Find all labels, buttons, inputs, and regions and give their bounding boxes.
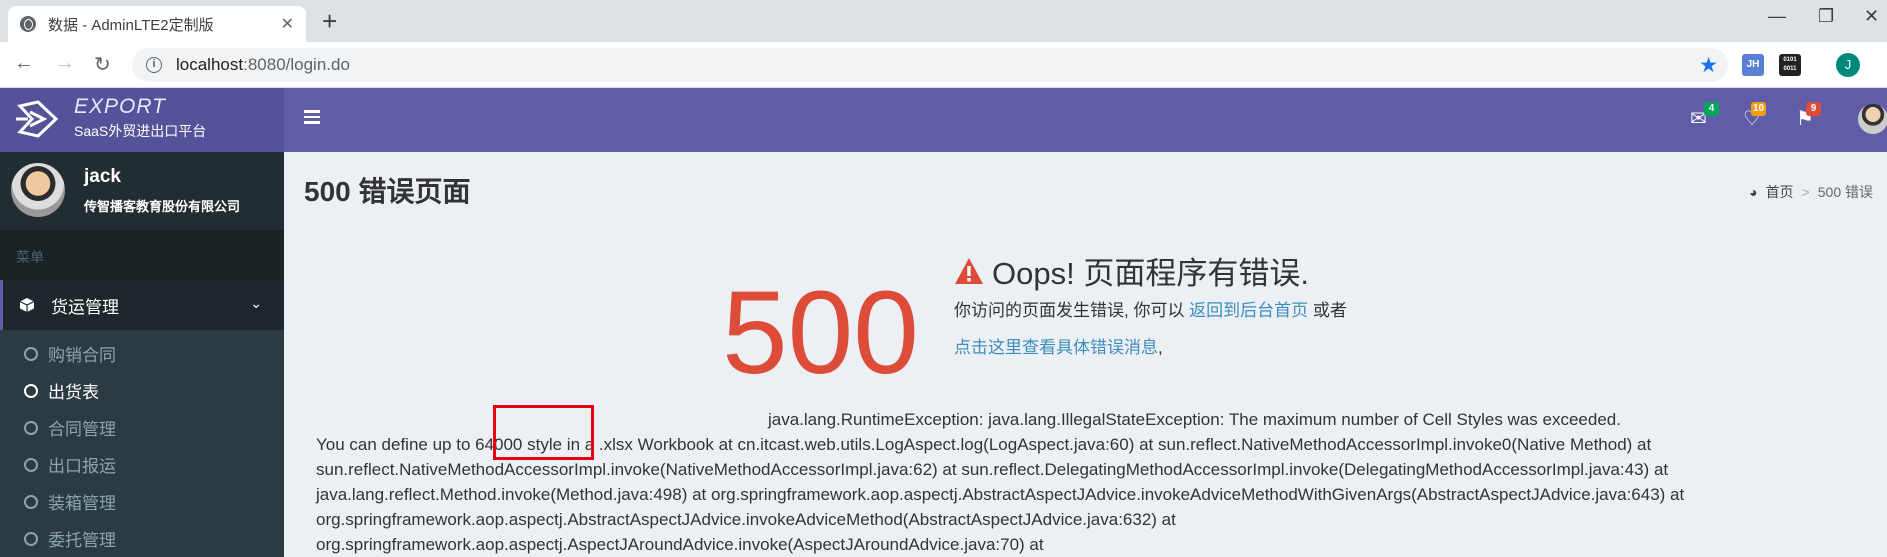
browser-tab-strip: 数据 - AdminLTE2定制版 ✕ + — ❐ ✕ xyxy=(0,0,1887,42)
minimize-icon[interactable]: — xyxy=(1768,6,1786,27)
reload-icon[interactable]: ↻ xyxy=(94,52,111,77)
sidebar-item-shipment-table[interactable]: 出货表 xyxy=(0,372,284,409)
address-bar[interactable]: i localhost :8080/login.do ★ xyxy=(132,48,1728,82)
sidebar-item-consignment-management[interactable]: 委托管理 xyxy=(0,520,284,557)
stack-trace-line: sun.reflect.NativeMethodAccessorImpl.inv… xyxy=(316,460,1669,479)
app-logo[interactable]: EXPORT SaaS外贸进出口平台 xyxy=(0,88,284,152)
sidebar-item-purchase-contract[interactable]: 购销合同 xyxy=(0,335,284,372)
user-name: jack xyxy=(84,166,121,187)
user-company: 传智播客教育股份有限公司 xyxy=(84,199,241,214)
sidebar-group-shipping[interactable]: 货运管理 ⌄ xyxy=(0,280,284,330)
new-tab-button[interactable]: + xyxy=(322,8,337,34)
sidebar-item-label: 购销合同 xyxy=(48,346,116,365)
breadcrumb-home[interactable]: 首页 xyxy=(1766,182,1794,202)
url-host: localhost xyxy=(176,55,244,74)
main-content: 500 错误页面 ◕ 首页 > 500 错误 500 Oops! 页面程序有错误… xyxy=(284,152,1887,557)
menu-header: 菜单 xyxy=(0,230,284,280)
error-message-suffix: 或者 xyxy=(1308,301,1347,320)
circle-icon xyxy=(24,420,38,435)
maximize-icon[interactable]: ❐ xyxy=(1818,6,1834,27)
browser-tab[interactable]: 数据 - AdminLTE2定制版 ✕ xyxy=(8,6,306,42)
highlight-box xyxy=(493,405,594,460)
tab-title: 数据 - AdminLTE2定制版 xyxy=(48,16,214,34)
binary-extension-icon[interactable]: 0101 0011 xyxy=(1779,54,1801,76)
sidebar-item-label: 出货表 xyxy=(48,383,99,402)
error-code: 500 xyxy=(722,267,919,399)
cube-icon xyxy=(19,298,35,312)
notification-badge: 10 xyxy=(1751,102,1767,116)
jh-extension-icon[interactable]: JH xyxy=(1742,54,1764,76)
error-headline: Oops! 页面程序有错误. xyxy=(954,248,1309,293)
forward-arrow-icon[interactable]: → xyxy=(55,52,75,75)
view-error-details-link[interactable]: 点击这里查看具体错误消息 xyxy=(954,338,1158,357)
circle-icon xyxy=(24,457,38,472)
back-arrow-icon[interactable]: ← xyxy=(14,52,34,75)
task-badge: 9 xyxy=(1806,102,1821,116)
stack-trace-line: org.springframework.aop.aspectj.Abstract… xyxy=(316,510,1176,529)
top-navbar: ✉ 4 ♡ 10 ⚑ 9 xyxy=(284,88,1887,152)
circle-icon xyxy=(24,531,38,546)
logo-subtitle: SaaS外贸进出口平台 xyxy=(74,123,207,139)
sidebar-item-label: 委托管理 xyxy=(48,531,116,550)
error-message: 你访问的页面发生错误, 你可以 返回到后台首页 或者 xyxy=(954,296,1347,321)
export-logo-icon xyxy=(16,100,59,138)
sidebar-item-label: 装箱管理 xyxy=(48,494,116,513)
browser-toolbar: ← → ↻ i localhost :8080/login.do ★ JH 01… xyxy=(0,42,1887,88)
sidebar-item-packing-management[interactable]: 装箱管理 xyxy=(0,483,284,520)
logo-title: EXPORT xyxy=(74,95,166,118)
sidebar-item-label: 出口报运 xyxy=(48,457,116,476)
user-avatar xyxy=(11,163,65,217)
sidebar-submenu: 购销合同 出货表 合同管理 出口报运 装箱管理 委托管理 xyxy=(0,330,284,557)
site-info-icon[interactable]: i xyxy=(146,57,162,73)
tab-close-icon[interactable]: ✕ xyxy=(281,14,294,34)
url-path: :8080/login.do xyxy=(243,55,350,74)
sidebar-toggle-icon[interactable] xyxy=(304,110,320,124)
error-detail-line: 点击这里查看具体错误消息, xyxy=(954,333,1163,358)
error-message-prefix: 你访问的页面发生错误, 你可以 xyxy=(954,301,1190,320)
stack-trace-line: org.springframework.aop.aspectj.AspectJA… xyxy=(316,535,1044,554)
breadcrumb: ◕ 首页 > 500 错误 xyxy=(1749,182,1873,202)
warning-icon xyxy=(955,257,983,284)
stack-trace-line: java.lang.reflect.Method.invoke(Method.j… xyxy=(316,485,1685,504)
sidebar-item-label: 合同管理 xyxy=(48,420,116,439)
circle-icon xyxy=(24,383,38,398)
close-window-icon[interactable]: ✕ xyxy=(1864,6,1879,27)
mail-badge: 4 xyxy=(1704,102,1719,116)
user-avatar-small[interactable] xyxy=(1858,104,1887,134)
sidebar: jack 传智播客教育股份有限公司 菜单 货运管理 ⌄ 购销合同 出货表 合同管… xyxy=(0,152,284,557)
sidebar-group-label: 货运管理 xyxy=(51,297,119,317)
globe-icon xyxy=(20,16,36,32)
dashboard-icon: ◕ xyxy=(1749,184,1758,200)
circle-icon xyxy=(24,346,38,361)
back-to-home-link[interactable]: 返回到后台首页 xyxy=(1189,301,1308,320)
breadcrumb-current: 500 错误 xyxy=(1817,184,1873,200)
sidebar-item-contract-management[interactable]: 合同管理 xyxy=(0,409,284,446)
profile-avatar[interactable]: J xyxy=(1836,53,1860,77)
circle-icon xyxy=(24,494,38,509)
error-detail-suffix: , xyxy=(1158,338,1163,357)
page-title: 500 错误页面 xyxy=(304,176,471,207)
breadcrumb-separator: > xyxy=(1801,184,1810,200)
bookmark-star-icon[interactable]: ★ xyxy=(1699,53,1718,78)
sidebar-item-export-declaration[interactable]: 出口报运 xyxy=(0,446,284,483)
error-title: Oops! 页面程序有错误. xyxy=(992,256,1309,291)
chevron-down-icon: ⌄ xyxy=(250,295,262,311)
user-panel: jack 传智播客教育股份有限公司 xyxy=(0,152,284,230)
